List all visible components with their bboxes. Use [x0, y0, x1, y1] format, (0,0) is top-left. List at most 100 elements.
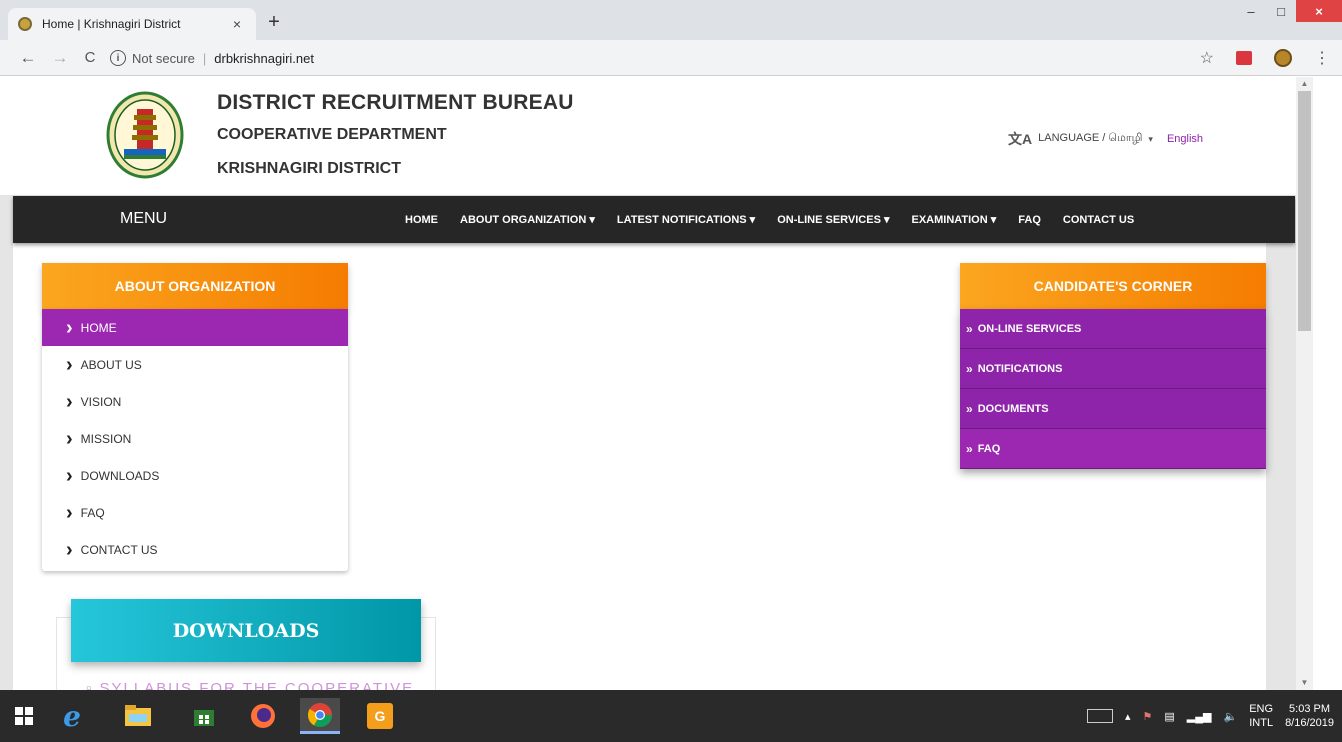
document-icon: ▫ [86, 680, 100, 690]
nav-latest-notifications[interactable]: LATEST NOTIFICATIONS ▾ [617, 213, 755, 226]
clock[interactable]: 5:03 PM 8/16/2019 [1285, 702, 1334, 730]
tamil-nadu-emblem-icon [106, 91, 184, 179]
about-organization-heading: ABOUT ORGANIZATION [42, 263, 348, 309]
candidates-corner-heading: CANDIDATE'S CORNER [960, 263, 1266, 309]
windows-taskbar: e G ▴ ⚑ ▤ ▂▄▆ 🔈 ENG INTL 5:03 PM 8/16/20… [0, 690, 1342, 742]
nav-about-organization[interactable]: ABOUT ORGANIZATION ▾ [460, 213, 595, 226]
nav-contact-us[interactable]: CONTACT US [1063, 214, 1134, 226]
keyboard-icon[interactable] [1086, 709, 1113, 723]
nav-examination[interactable]: EXAMINATION ▾ [912, 213, 997, 226]
language-english-link[interactable]: English [1167, 133, 1203, 145]
corner-item-faq[interactable]: » FAQ [960, 429, 1266, 469]
firefox-icon[interactable] [243, 698, 283, 734]
sidebar-item-contact-us[interactable]: › CONTACT US [42, 531, 348, 568]
system-tray: ▴ ⚑ ▤ ▂▄▆ 🔈 ENG INTL 5:03 PM 8/16/2019 [1086, 690, 1334, 742]
sidebar-item-about-us[interactable]: › ABOUT US [42, 346, 348, 383]
browser-tab[interactable]: Home | Krishnagiri District × [8, 8, 256, 40]
sidebar-item-label: DOWNLOADS [80, 468, 160, 483]
address-bar[interactable]: i Not secure | drbkrishnagiri.net [110, 45, 1210, 71]
scroll-down-icon[interactable]: ▼ [1296, 676, 1313, 690]
double-chevron-right-icon: » [966, 401, 973, 416]
chrome-icon[interactable] [300, 698, 340, 734]
double-chevron-right-icon: » [966, 321, 973, 336]
window-controls: – □ × [1236, 0, 1342, 22]
bookmark-star-icon[interactable]: ☆ [1200, 48, 1214, 68]
corner-item-online-services[interactable]: » ON-LINE SERVICES [960, 309, 1266, 349]
language-switcher[interactable]: 文A LANGUAGE / மொழி ▾ English [1008, 129, 1203, 149]
sidebar-item-faq[interactable]: › FAQ [42, 494, 348, 531]
corner-item-notifications[interactable]: » NOTIFICATIONS [960, 349, 1266, 389]
nav-faq[interactable]: FAQ [1018, 214, 1041, 226]
toolbar-actions: ☆ ⋮ [1200, 48, 1330, 68]
omnibox-separator: | [202, 50, 207, 66]
pdf-extension-icon[interactable] [1236, 51, 1252, 65]
translate-icon: 文A [1008, 131, 1033, 147]
site-title: DISTRICT RECRUITMENT BUREAU [217, 91, 574, 114]
site-header: DISTRICT RECRUITMENT BUREAU COOPERATIVE … [0, 77, 1296, 195]
double-chevron-right-icon: » [966, 441, 973, 456]
chevron-right-icon: › [66, 538, 73, 561]
network-icon[interactable]: ▤ [1164, 710, 1174, 723]
forward-arrow-icon[interactable]: → [50, 48, 70, 68]
info-icon[interactable]: i [110, 50, 126, 66]
sidebar-item-label: FAQ [80, 505, 105, 520]
corner-item-label: ON-LINE SERVICES [977, 322, 1082, 335]
profile-avatar-icon[interactable] [1274, 49, 1292, 67]
chevron-right-icon: › [66, 464, 73, 487]
site-favicon-icon [18, 17, 32, 31]
windows-start-icon[interactable] [4, 698, 44, 734]
file-explorer-icon[interactable] [118, 698, 158, 734]
sidebar-item-downloads[interactable]: › DOWNLOADS [42, 457, 348, 494]
corner-item-label: DOCUMENTS [977, 402, 1049, 415]
sidebar-item-label: HOME [80, 320, 117, 335]
volume-muted-icon[interactable]: 🔈 [1224, 710, 1238, 723]
chevron-right-icon: › [66, 353, 73, 376]
site-subtitle-district: KRISHNAGIRI DISTRICT [217, 160, 401, 177]
main-navbar: MENU HOME ABOUT ORGANIZATION ▾ LATEST NO… [13, 196, 1295, 243]
flag-icon[interactable]: ⚑ [1143, 710, 1153, 723]
nav-home[interactable]: HOME [405, 214, 438, 226]
new-tab-button[interactable]: + [262, 12, 286, 32]
back-arrow-icon[interactable]: ← [18, 48, 38, 68]
minimize-button[interactable]: – [1236, 0, 1266, 22]
window-close-button[interactable]: × [1296, 0, 1342, 22]
pdf-app-icon[interactable]: G [360, 698, 400, 734]
security-label: Not secure [132, 50, 195, 66]
sidebar-item-label: VISION [80, 394, 122, 409]
browser-menu-icon[interactable]: ⋮ [1314, 48, 1330, 68]
sidebar-item-label: CONTACT US [80, 542, 158, 557]
signal-icon[interactable]: ▂▄▆ [1187, 710, 1212, 723]
input-language[interactable]: ENG INTL [1249, 702, 1273, 730]
tab-title: Home | Krishnagiri District [42, 17, 181, 31]
maximize-button[interactable]: □ [1266, 0, 1296, 22]
chevron-right-icon: › [66, 390, 73, 413]
chevron-right-icon: › [66, 427, 73, 450]
browser-toolbar: ← → C i Not secure | drbkrishnagiri.net … [0, 40, 1342, 76]
menu-label[interactable]: MENU [120, 210, 167, 228]
sidebar-item-mission[interactable]: › MISSION [42, 420, 348, 457]
scrollbar-thumb[interactable] [1298, 91, 1311, 331]
downloads-heading: DOWNLOADS [71, 599, 421, 662]
language-label[interactable]: LANGUAGE / மொழி [1038, 132, 1142, 146]
sidebar-item-home[interactable]: › HOME [42, 309, 348, 346]
nav-online-services[interactable]: ON-LINE SERVICES ▾ [777, 213, 889, 226]
scroll-up-icon[interactable]: ▲ [1296, 77, 1313, 91]
downloads-first-item[interactable]: ▫ SYLLABUS FOR THE COOPERATIVE [86, 676, 414, 690]
site-subtitle-department: COOPERATIVE DEPARTMENT [217, 126, 447, 143]
nav-links: HOME ABOUT ORGANIZATION ▾ LATEST NOTIFIC… [405, 196, 1134, 243]
url-text[interactable]: drbkrishnagiri.net [214, 51, 314, 66]
sidebar-item-vision[interactable]: › VISION [42, 383, 348, 420]
browser-tabstrip: Home | Krishnagiri District × + – □ × [0, 0, 1342, 40]
chevron-right-icon: › [66, 316, 73, 339]
candidates-corner-list: » ON-LINE SERVICES » NOTIFICATIONS » DOC… [960, 309, 1266, 469]
store-icon[interactable] [184, 698, 224, 734]
chevron-down-icon[interactable]: ▾ [1148, 134, 1153, 145]
corner-item-documents[interactable]: » DOCUMENTS [960, 389, 1266, 429]
about-organization-list: › HOME › ABOUT US › VISION › MISSION › D… [42, 309, 348, 571]
chevron-up-icon[interactable]: ▴ [1125, 710, 1131, 723]
reload-icon[interactable]: C [80, 48, 100, 68]
tab-close-icon[interactable]: × [228, 16, 246, 32]
internet-explorer-icon[interactable]: e [52, 698, 92, 734]
corner-item-label: FAQ [977, 442, 1001, 455]
page-scrollbar[interactable]: ▲ ▼ [1296, 77, 1342, 690]
